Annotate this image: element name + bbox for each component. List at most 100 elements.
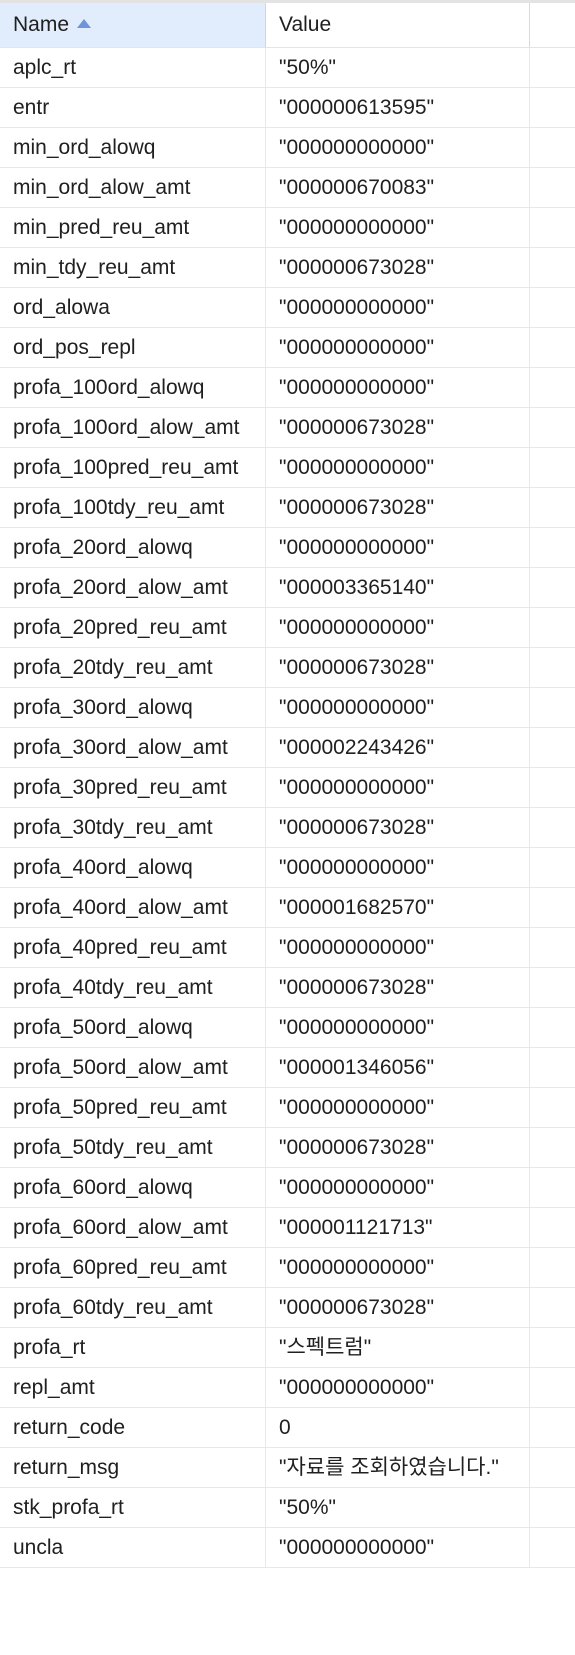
row-value-cell: "000000000000": [266, 128, 530, 167]
table-row[interactable]: profa_40ord_alow_amt "000001682570": [0, 888, 575, 928]
row-value-cell: "000000673028": [266, 1288, 530, 1327]
row-name-cell: profa_30ord_alowq: [0, 688, 266, 727]
row-name-cell: aplc_rt: [0, 48, 266, 87]
table-row[interactable]: aplc_rt "50%": [0, 48, 575, 88]
row-value-cell: "000000673028": [266, 808, 530, 847]
row-name-cell: profa_40tdy_reu_amt: [0, 968, 266, 1007]
row-name-cell: profa_60pred_reu_amt: [0, 1248, 266, 1287]
row-value-cell: "000000673028": [266, 968, 530, 1007]
row-value-cell: "000000000000": [266, 848, 530, 887]
table-row[interactable]: profa_50tdy_reu_amt "000000673028": [0, 1128, 575, 1168]
row-value-cell: "000000673028": [266, 408, 530, 447]
row-name-cell: profa_100ord_alowq: [0, 368, 266, 407]
row-value-cell: "000000673028": [266, 1128, 530, 1167]
table-row[interactable]: profa_100ord_alowq "000000000000": [0, 368, 575, 408]
table-row[interactable]: min_ord_alowq "000000000000": [0, 128, 575, 168]
row-filler-cell: [530, 1368, 575, 1407]
row-value-cell: "000000673028": [266, 488, 530, 527]
row-value-cell: "000000673028": [266, 248, 530, 287]
row-value-cell: "000000000000": [266, 1008, 530, 1047]
table-row[interactable]: profa_20ord_alowq "000000000000": [0, 528, 575, 568]
value-column-header[interactable]: Value: [266, 3, 530, 47]
name-column-header[interactable]: Name: [0, 3, 266, 47]
row-filler-cell: [530, 1288, 575, 1327]
properties-grid: Name Value aplc_rt "50%" entr "000000613595…: [0, 0, 575, 1568]
table-row[interactable]: profa_40pred_reu_amt "000000000000": [0, 928, 575, 968]
row-value-cell: "000000000000": [266, 928, 530, 967]
row-value-cell: "000000670083": [266, 168, 530, 207]
table-row[interactable]: profa_100pred_reu_amt "000000000000": [0, 448, 575, 488]
row-name-cell: min_tdy_reu_amt: [0, 248, 266, 287]
table-row[interactable]: profa_30ord_alowq "000000000000": [0, 688, 575, 728]
row-filler-cell: [530, 1088, 575, 1127]
table-row[interactable]: profa_50ord_alowq "000000000000": [0, 1008, 575, 1048]
row-name-cell: profa_100tdy_reu_amt: [0, 488, 266, 527]
table-row[interactable]: stk_profa_rt "50%": [0, 1488, 575, 1528]
table-row[interactable]: min_tdy_reu_amt "000000673028": [0, 248, 575, 288]
table-row[interactable]: profa_50ord_alow_amt "000001346056": [0, 1048, 575, 1088]
table-row[interactable]: profa_20ord_alow_amt "000003365140": [0, 568, 575, 608]
row-value-cell: "000000000000": [266, 328, 530, 367]
row-value-cell: "000000000000": [266, 288, 530, 327]
table-row[interactable]: profa_60tdy_reu_amt "000000673028": [0, 1288, 575, 1328]
row-name-cell: profa_20tdy_reu_amt: [0, 648, 266, 687]
row-value-cell: "000000000000": [266, 1368, 530, 1407]
row-value-cell: "000000000000": [266, 528, 530, 567]
table-row[interactable]: profa_50pred_reu_amt "000000000000": [0, 1088, 575, 1128]
row-value-cell: "000000000000": [266, 608, 530, 647]
row-name-cell: profa_20pred_reu_amt: [0, 608, 266, 647]
row-name-cell: profa_40pred_reu_amt: [0, 928, 266, 967]
row-value-cell: "50%": [266, 1488, 530, 1527]
table-row[interactable]: ord_pos_repl "000000000000": [0, 328, 575, 368]
table-row[interactable]: profa_60pred_reu_amt "000000000000": [0, 1248, 575, 1288]
table-row[interactable]: entr "000000613595": [0, 88, 575, 128]
row-filler-cell: [530, 528, 575, 567]
row-name-cell: profa_50ord_alow_amt: [0, 1048, 266, 1087]
row-filler-cell: [530, 368, 575, 407]
row-name-cell: min_ord_alow_amt: [0, 168, 266, 207]
table-row[interactable]: uncla "000000000000": [0, 1528, 575, 1568]
row-name-cell: profa_20ord_alow_amt: [0, 568, 266, 607]
row-filler-cell: [530, 48, 575, 87]
row-name-cell: profa_60ord_alowq: [0, 1168, 266, 1207]
table-row[interactable]: repl_amt "000000000000": [0, 1368, 575, 1408]
table-row[interactable]: profa_30tdy_reu_amt "000000673028": [0, 808, 575, 848]
row-name-cell: stk_profa_rt: [0, 1488, 266, 1527]
row-name-cell: profa_50tdy_reu_amt: [0, 1128, 266, 1167]
table-row[interactable]: min_ord_alow_amt "000000670083": [0, 168, 575, 208]
row-value-cell: "000000613595": [266, 88, 530, 127]
row-name-cell: profa_40ord_alow_amt: [0, 888, 266, 927]
table-row[interactable]: profa_40ord_alowq "000000000000": [0, 848, 575, 888]
row-name-cell: profa_60tdy_reu_amt: [0, 1288, 266, 1327]
row-name-cell: profa_20ord_alowq: [0, 528, 266, 567]
grid-body: aplc_rt "50%" entr "000000613595" min_ord_al…: [0, 48, 575, 1568]
table-row[interactable]: return_msg "자료를 조회하였습니다.": [0, 1448, 575, 1488]
row-name-cell: profa_30ord_alow_amt: [0, 728, 266, 767]
table-row[interactable]: profa_20tdy_reu_amt "000000673028": [0, 648, 575, 688]
table-row[interactable]: return_code 0: [0, 1408, 575, 1448]
row-filler-cell: [530, 848, 575, 887]
table-row[interactable]: profa_60ord_alowq "000000000000": [0, 1168, 575, 1208]
table-row[interactable]: profa_20pred_reu_amt "000000000000": [0, 608, 575, 648]
table-row[interactable]: profa_rt "스펙트럼": [0, 1328, 575, 1368]
value-column-label: Value: [279, 13, 332, 36]
table-row[interactable]: profa_60ord_alow_amt "000001121713": [0, 1208, 575, 1248]
row-filler-cell: [530, 888, 575, 927]
table-row[interactable]: min_pred_reu_amt "000000000000": [0, 208, 575, 248]
row-filler-cell: [530, 448, 575, 487]
row-value-cell: "000000000000": [266, 1168, 530, 1207]
table-row[interactable]: ord_alowa "000000000000": [0, 288, 575, 328]
table-row[interactable]: profa_100tdy_reu_amt "000000673028": [0, 488, 575, 528]
row-name-cell: profa_60ord_alow_amt: [0, 1208, 266, 1247]
row-name-cell: profa_40ord_alowq: [0, 848, 266, 887]
row-filler-cell: [530, 1128, 575, 1167]
row-value-cell: "000001682570": [266, 888, 530, 927]
table-row[interactable]: profa_30pred_reu_amt "000000000000": [0, 768, 575, 808]
row-name-cell: return_msg: [0, 1448, 266, 1487]
row-filler-cell: [530, 728, 575, 767]
table-row[interactable]: profa_40tdy_reu_amt "000000673028": [0, 968, 575, 1008]
row-name-cell: ord_alowa: [0, 288, 266, 327]
table-row[interactable]: profa_30ord_alow_amt "000002243426": [0, 728, 575, 768]
row-filler-cell: [530, 168, 575, 207]
table-row[interactable]: profa_100ord_alow_amt "000000673028": [0, 408, 575, 448]
